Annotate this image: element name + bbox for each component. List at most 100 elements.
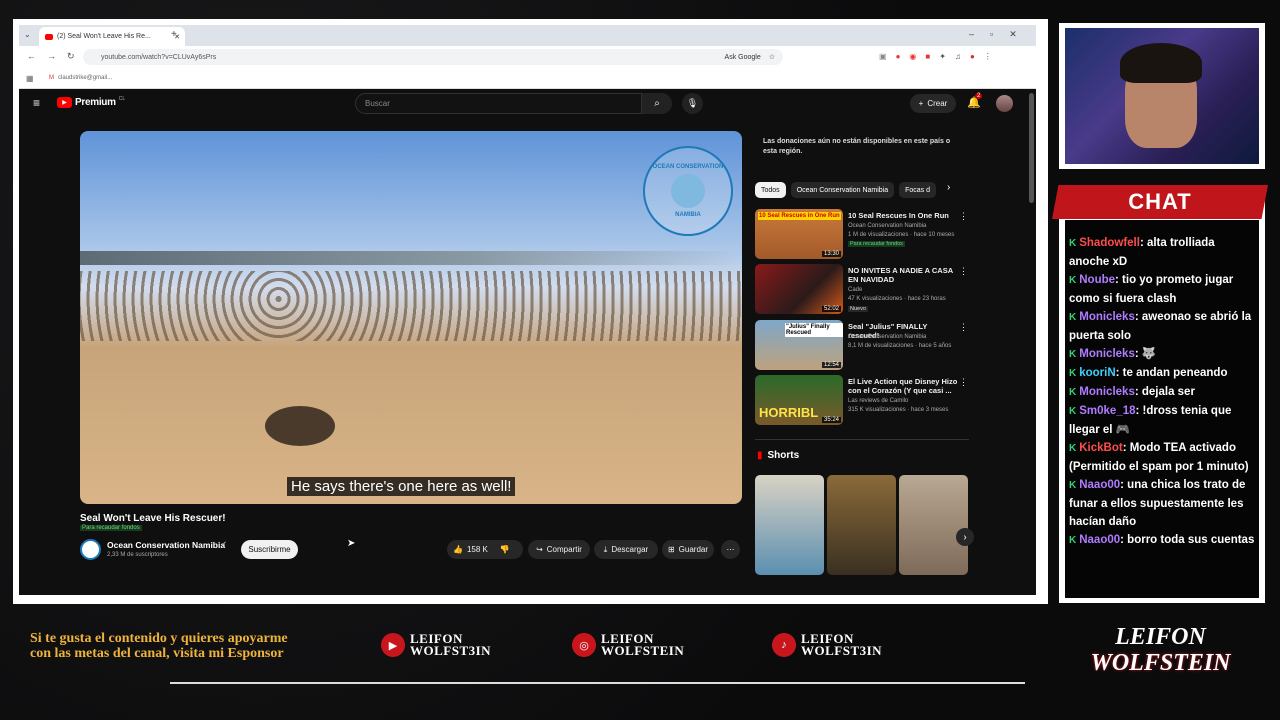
scrollbar[interactable] [1029,93,1034,203]
star-icon[interactable]: ☆ [769,53,775,61]
streamer-hair [1120,43,1202,83]
instagram-icon: ◎ [572,633,596,657]
share-button[interactable]: ↪ Compartir [528,540,590,559]
menu-icon[interactable]: ⋮ [984,52,992,61]
extension-icon[interactable]: ■ [925,52,930,61]
save-button[interactable]: ⊞ Guardar [662,540,714,559]
divider [755,439,969,440]
tab-strip: ⌄ (2) Seal Won't Leave His Re... ✕ + – ▫… [19,25,1036,46]
kick-badge-icon: K [1069,406,1077,417]
more-actions-button[interactable]: ⋯ [721,540,740,559]
chat-username: KickBot [1079,442,1123,454]
apps-icon[interactable]: ▦ [26,74,34,83]
window-close-icon[interactable]: ✕ [1009,29,1017,40]
tab-search-icon[interactable]: ⌄ [24,30,31,39]
search-icon: ⌕ [654,98,660,109]
browser-window: ⌄ (2) Seal Won't Leave His Re... ✕ + – ▫… [19,25,1036,595]
video-thumbnail: 52:02 [755,264,843,314]
chevron-right-icon[interactable]: › [941,182,950,198]
list-item[interactable]: 10 Seal Rescues in One Run 13:30 10 Seal… [755,209,970,264]
shorts-label: Shorts [767,450,800,461]
media-icon[interactable]: ♫ [955,52,961,61]
extension-icon[interactable]: ◉ [909,52,916,61]
create-label: Crear [927,99,948,108]
extension-icon[interactable]: ▣ [879,52,887,61]
reload-icon[interactable]: ↻ [67,51,75,62]
forward-icon[interactable]: → [47,51,56,62]
channel-avatar[interactable] [80,539,101,560]
chip-channel[interactable]: Ocean Conservation Namibia [790,182,895,198]
video-meta: 1 M de visualizaciones · hace 10 meses [848,232,955,238]
short-thumbnail[interactable] [827,475,896,575]
chip-all[interactable]: Todos [755,182,786,198]
more-icon: ⋯ [726,545,735,554]
share-label: Compartir [546,545,582,554]
list-item[interactable]: HORRIBL 35:24 El Live Action que Disney … [755,375,970,430]
social-instagram: ◎ LEIFON WOLFSTEIN [572,632,684,657]
kick-badge-icon: K [1069,387,1077,398]
gmail-icon: M [49,75,54,81]
video-player[interactable]: OCEAN CONSERVATION NAMIBIA [80,131,742,504]
youtube-logo[interactable]: ▶ Premium CL [57,96,125,108]
chat-message-list: K Shadowfell: alta trolliada anoche xD K No… [1065,220,1259,550]
maximize-icon[interactable]: ▫ [990,29,993,40]
channel-name[interactable]: Ocean Conservation Namibia [107,540,225,550]
chip-seals[interactable]: Focas d [899,182,937,198]
minimize-icon[interactable]: – [969,29,974,40]
puzzle-icon[interactable]: ✦ [939,52,946,61]
video-caption: He says there's one here as well! [287,477,516,496]
donation-notice: Las donaciones aún no están disponibles … [763,138,951,155]
more-icon[interactable]: ⋮ [959,322,968,333]
chat-username: Noube [1079,274,1116,286]
bookmark-email[interactable]: claudstrike@gmail... [58,75,112,81]
chat-username: Naao00 [1079,534,1121,546]
kick-badge-icon: K [1069,480,1077,491]
more-icon[interactable]: ⋮ [959,266,968,277]
short-thumbnail[interactable] [755,475,824,575]
more-icon[interactable]: ⋮ [959,377,968,388]
seal [265,406,335,446]
more-icon[interactable]: ⋮ [959,211,968,222]
list-item[interactable]: "Julius" Finally Rescued 12:54 Seal "Jul… [755,320,970,375]
profile-avatar[interactable]: ● [970,52,975,61]
chat-text: : te andan peneando [1115,367,1228,379]
tab-active[interactable]: (2) Seal Won't Leave His Re... ✕ [39,27,185,46]
mic-button[interactable]: 🎙 [682,93,703,114]
new-tab-button[interactable]: + [171,29,177,40]
plus-icon: + [918,99,924,108]
social-tiktok: ♪ LEIFON WOLFST3IN [772,632,882,657]
chat-username: Monicleks [1079,348,1135,360]
dislike-icon[interactable]: 👎 [500,545,510,554]
shorts-next-button[interactable]: › [956,528,974,546]
share-icon: ↪ [536,545,543,554]
create-button[interactable]: + Crear [910,94,956,113]
chat-username: Sm0ke_18 [1079,405,1136,417]
hamburger-menu-icon[interactable]: ≡ [33,96,40,110]
search-button[interactable]: ⌕ [642,93,672,114]
youtube-play-icon: ▶ [57,97,72,108]
verified-icon: ✔ [221,541,227,548]
search-input[interactable]: Buscar [355,93,642,114]
account-avatar[interactable] [996,95,1013,112]
tiktok-icon: ♪ [772,633,796,657]
short-thumbnail[interactable] [899,475,968,575]
channel-watermark-logo: OCEAN CONSERVATION NAMIBIA [643,146,733,236]
mic-icon: 🎙 [686,98,699,108]
ask-google-button[interactable]: Ask Google [725,54,761,61]
save-label: Guardar [678,545,709,554]
list-item[interactable]: 52:02 NO INVITES A NADIE A CASA EN NAVID… [755,264,970,319]
new-badge: Nuevo [848,306,868,312]
seal-colony [80,271,742,341]
extension-icon[interactable]: ● [896,52,901,61]
download-button[interactable]: ⤓ Descargar [594,540,658,559]
back-icon[interactable]: ← [27,51,36,62]
sponsor-text: Si te gusta el contenido y quieres apoya… [30,631,288,661]
chat-username: Monicleks [1079,311,1135,323]
chat-message: K Naao00: una chica los trato de funar a … [1065,476,1259,531]
url-input[interactable]: youtube.com/watch?v=CLUvAy6sPrs Ask Goog… [83,49,783,65]
subscribe-button[interactable]: Suscribirme [241,540,298,559]
video-thumbnail: HORRIBL 35:24 [755,375,843,425]
like-icon[interactable]: 👍 [453,545,463,554]
like-count[interactable]: 158 K [467,545,488,554]
kick-badge-icon: K [1069,443,1077,454]
